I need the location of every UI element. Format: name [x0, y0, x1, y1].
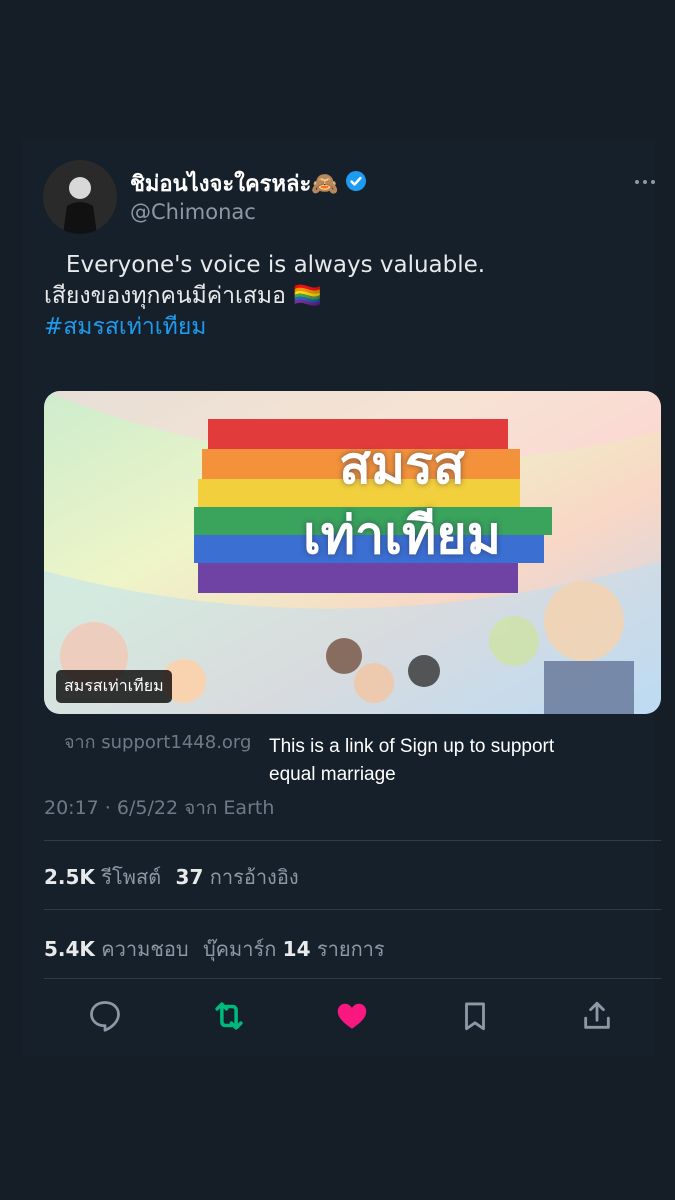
more-icon[interactable]: [630, 170, 660, 194]
reply-icon: [90, 1001, 120, 1032]
avatar[interactable]: [43, 160, 117, 234]
likes-count: 5.4K: [44, 937, 95, 961]
quotes-count: 37: [175, 865, 204, 889]
divider: [44, 978, 661, 979]
media-headline: สมรส เท่าเทียม: [232, 431, 572, 571]
share-icon: [584, 1001, 610, 1029]
bookmark-icon: [465, 1002, 485, 1031]
hashtag-link[interactable]: #สมรสเท่าเทียม: [44, 312, 485, 343]
repost-stats: 2.5K รีโพสต์ 37 การอ้างอิง: [44, 861, 299, 893]
overlay-note: This is a link of Sign up to support equ…: [269, 736, 555, 785]
tweet-line-1: Everyone's voice is always valuable.: [44, 252, 486, 278]
link-card-title: สมรสเท่าเทียม: [56, 670, 172, 703]
author-handle[interactable]: @Chimonac: [130, 200, 256, 224]
tweet-text: Everyone's voice is always valuable. เสี…: [44, 250, 485, 343]
reposts-label[interactable]: รีโพสต์: [101, 865, 161, 889]
link-source[interactable]: จาก support1448.org: [64, 727, 251, 756]
author-name[interactable]: ชิม่อนไงจะใครหล่ะ🙈: [130, 166, 367, 201]
bookmarks-count: 14: [282, 937, 311, 961]
author-display-name[interactable]: ชิม่อนไงจะใครหล่ะ🙈: [130, 166, 339, 201]
share-button[interactable]: [575, 994, 619, 1038]
quotes-label[interactable]: การอ้างอิง: [210, 865, 299, 889]
link-card-image[interactable]: สมรส เท่าเทียม: [44, 391, 661, 714]
bookmarks-suffix: รายการ: [316, 937, 385, 961]
tweet-timestamp[interactable]: 20:17 · 6/5/22 จาก Earth: [44, 793, 274, 823]
reposts-count: 2.5K: [44, 865, 95, 889]
divider: [44, 909, 661, 910]
like-button[interactable]: [330, 994, 374, 1038]
like-icon: [337, 1003, 367, 1029]
like-stats: 5.4K ความชอบ บุ๊คมาร์ก 14 รายการ: [44, 933, 385, 965]
divider: [44, 840, 661, 841]
media-headline-top: สมรส: [339, 436, 465, 496]
repost-button[interactable]: [207, 994, 251, 1038]
likes-label[interactable]: ความชอบ: [101, 937, 188, 961]
repost-icon: [215, 1002, 243, 1030]
verified-icon: [345, 170, 367, 198]
reply-button[interactable]: [83, 994, 127, 1038]
media-headline-bottom: เท่าเทียม: [302, 506, 502, 566]
action-bar: [44, 994, 661, 1040]
bookmark-button[interactable]: [453, 994, 497, 1038]
bookmarks-label[interactable]: บุ๊คมาร์ก: [203, 937, 276, 961]
tweet-line-2: เสียงของทุกคนมีค่าเสมอ 🏳️‍🌈: [44, 283, 322, 309]
